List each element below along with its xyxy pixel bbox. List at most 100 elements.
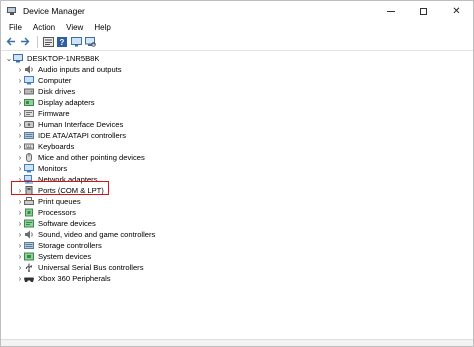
minimize-icon [386,10,395,12]
chevron-right-icon[interactable]: › [16,119,24,130]
tree-item-label: Audio inputs and outputs [38,65,122,74]
chevron-right-icon[interactable]: › [16,273,24,284]
firmware-icon [24,110,34,117]
chevron-right-icon[interactable]: › [16,97,24,108]
mouse-icon [26,153,32,162]
close-button[interactable]: ✕ [440,1,473,21]
status-bar [1,339,473,346]
tree-item-label: Disk drives [38,87,76,96]
tree-item-label: System devices [38,252,92,261]
menu-bar: File Action View Help [1,21,473,33]
tree-root[interactable]: ⌄ DESKTOP-1NR5B8K [5,53,99,64]
tree-item-label: Computer [38,76,72,85]
menu-view[interactable]: View [62,23,87,32]
ide-controller-icon [24,132,34,139]
tree-item-label: Processors [38,208,76,217]
tree-item-label: Human Interface Devices [38,120,124,129]
forward-button[interactable] [19,36,31,48]
chevron-right-icon[interactable]: › [16,108,24,119]
properties-icon [42,36,54,47]
tree-item-label: Print queues [38,197,81,206]
tree-item[interactable]: › Human Interface Devices [16,119,124,130]
scan-hardware-button[interactable] [84,36,96,48]
tree-item[interactable]: › Mice and other pointing devices [16,152,145,163]
tree-item-label: Firmware [38,109,70,118]
storage-controller-icon [24,242,34,249]
properties-button[interactable] [42,36,54,48]
chevron-right-icon[interactable]: › [16,86,24,97]
tree-item[interactable]: › Firmware [16,108,70,119]
gamepad-icon [24,277,34,282]
keyboard-icon [24,143,34,150]
hid-icon [24,121,34,128]
tree-item-label: Monitors [38,164,68,173]
software-device-icon [24,219,34,228]
chevron-right-icon[interactable]: › [16,75,24,86]
tree-item-label: Software devices [38,219,96,228]
computer-icon [24,76,34,85]
tree-item[interactable]: › Keyboards [16,141,75,152]
back-arrow-icon [6,37,15,46]
chevron-right-icon[interactable]: › [16,207,24,218]
tree-item[interactable]: › Computer [16,75,71,86]
tree-item-label: IDE ATA/ATAPI controllers [38,131,127,140]
chevron-right-icon[interactable]: › [16,152,24,163]
tree-item[interactable]: › Processors [16,207,76,218]
toolbar: ? [1,33,473,51]
chevron-right-icon[interactable]: › [16,64,24,75]
tree-item-label: Mice and other pointing devices [38,153,145,162]
chevron-right-icon[interactable]: › [16,218,24,229]
tree-item[interactable]: › Storage controllers [16,240,102,251]
svg-text:?: ? [60,38,65,47]
display-icon [70,36,82,46]
chevron-right-icon[interactable]: › [16,163,24,174]
chevron-right-icon[interactable]: › [16,262,24,273]
menu-file[interactable]: File [5,23,26,32]
maximize-icon [420,7,427,15]
tree-item[interactable]: › Print queues [16,196,81,207]
tree-item[interactable]: › Sound, video and game controllers [16,229,156,240]
toolbar-separator [37,35,38,48]
sound-controller-icon [25,230,33,239]
computer-root-icon [13,54,23,63]
tree-item[interactable]: › Monitors [16,163,67,174]
maximize-button[interactable] [407,1,440,21]
tree-item[interactable]: › System devices [16,251,92,262]
chevron-down-icon[interactable]: ⌄ [5,53,13,64]
window-title: Device Manager [23,6,85,16]
chevron-right-icon[interactable]: › [16,141,24,152]
help-icon: ? [57,36,67,47]
tree-item-label: Universal Serial Bus controllers [38,263,144,272]
tree-item[interactable]: › IDE ATA/ATAPI controllers [16,130,126,141]
window-controls: ✕ [374,1,473,21]
help-button[interactable]: ? [56,36,68,48]
chevron-right-icon[interactable]: › [16,130,24,141]
usb-icon [25,263,33,272]
tree-item-label: Keyboards [38,142,75,151]
chevron-right-icon[interactable]: › [16,240,24,251]
tree-item[interactable]: › Audio inputs and outputs [16,64,122,75]
chevron-right-icon[interactable]: › [16,229,24,240]
disk-drive-icon [24,88,34,95]
minimize-button[interactable] [374,1,407,21]
menu-help[interactable]: Help [90,23,114,32]
chevron-right-icon[interactable]: › [16,196,24,207]
forward-arrow-icon [21,37,30,46]
tree-item[interactable]: › Software devices [16,218,96,229]
display-properties-button[interactable] [70,36,82,48]
tree-item[interactable]: › Universal Serial Bus controllers [16,262,144,273]
chevron-right-icon[interactable]: › [16,251,24,262]
title-bar[interactable]: Device Manager ✕ [1,1,473,21]
highlight-box [11,181,109,195]
tree-item-label: Xbox 360 Peripherals [38,274,111,283]
menu-action[interactable]: Action [29,23,59,32]
tree-item-label: Storage controllers [38,241,102,250]
processor-icon [25,208,33,217]
display-adapter-icon [24,99,34,106]
tree-item[interactable]: › Xbox 360 Peripherals [16,273,111,284]
tree-item[interactable]: › Display adapters [16,97,95,108]
tree-item[interactable]: › Disk drives [16,86,75,97]
monitor-icon [24,164,34,173]
speaker-icon [25,65,33,74]
back-button[interactable] [5,36,17,48]
